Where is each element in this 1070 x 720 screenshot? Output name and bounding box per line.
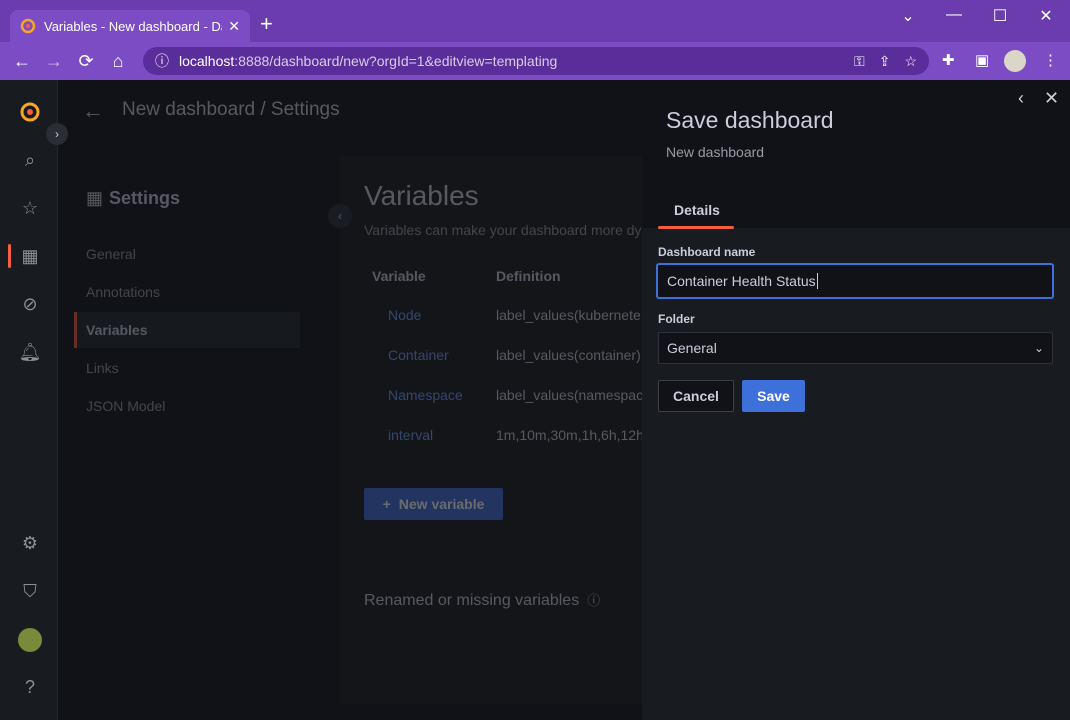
settings-nav-json-model[interactable]: JSON Model [86,398,165,414]
settings-nav-general[interactable]: General [86,246,136,262]
folder-label: Folder [658,312,695,326]
variable-definition: label_values(namespac [496,387,642,403]
variable-definition: 1m,10m,30m,1h,6h,12h [496,427,642,443]
window-close-icon[interactable]: ✕ [1023,6,1069,26]
back-arrow-icon[interactable]: ← [82,98,104,124]
active-tab-indicator [658,226,734,229]
extensions-icon[interactable]: ✚ [942,51,955,69]
settings-nav-annotations[interactable]: Annotations [86,284,160,300]
url-path: :8888/dashboard/new?orgId=1&editview=tem… [234,53,558,69]
maximize-icon[interactable]: ☐ [977,6,1023,26]
tab-close-icon[interactable]: ✕ [228,18,240,35]
variable-definition: label_values(container) [496,347,641,363]
tab-title: Variables - New dashboard - Das [44,18,223,34]
settings-nav-variables[interactable]: Variables [86,322,148,338]
settings-heading: ▦ Settings [86,188,181,208]
back-arrow-icon[interactable]: ← [6,51,38,72]
dashboards-icon[interactable]: ▦ [18,244,42,268]
key-icon[interactable]: ⚿ [854,53,865,70]
home-icon[interactable]: ⌂ [102,51,134,72]
expand-menu-icon[interactable]: › [46,123,68,145]
drawer-close-icon[interactable]: ✕ [1044,88,1059,109]
grafana-logo-icon[interactable] [18,100,42,124]
page-breadcrumb: New dashboard / Settings [122,99,340,120]
drawer-expand-icon[interactable]: ‹ [1018,88,1024,109]
column-definition: Definition [496,268,561,284]
help-icon[interactable]: ? [18,675,42,699]
folder-select[interactable]: General ⌄ [658,332,1053,364]
save-button[interactable]: Save [742,380,805,412]
folder-value: General [667,340,717,356]
plus-icon: + [382,496,391,512]
new-variable-button[interactable]: + New variable [364,488,503,520]
minimize-icon[interactable]: — [931,6,977,24]
tab-search-icon[interactable]: ⌄ [885,6,931,26]
collapse-nav-icon[interactable]: ‹ [328,204,352,228]
new-tab-icon[interactable]: + [260,13,273,35]
grafana-sidebar [0,80,58,720]
drawer-title: Save dashboard [666,107,834,133]
dashboard-name-label: Dashboard name [658,245,756,259]
renamed-variables-heading: Renamed or missing variables ⓘ [364,592,601,609]
variable-link[interactable]: Container [388,347,449,363]
forward-arrow-icon[interactable]: → [38,51,70,72]
variable-definition: label_values(kubernete [496,307,641,323]
column-variable: Variable [372,268,426,284]
starred-icon[interactable]: ☆ [18,196,42,220]
site-info-icon[interactable]: ⓘ [155,51,169,71]
text-cursor [816,273,818,289]
url-host: localhost [179,53,235,69]
search-icon[interactable]: ⌕ [18,148,42,172]
browser-tab[interactable]: Variables - New dashboard - Das ✕ [10,10,250,42]
user-avatar[interactable] [18,628,42,652]
grafana-favicon-icon [20,18,36,34]
server-admin-shield-icon[interactable]: ⛉ [18,579,42,603]
settings-grid-icon: ▦ [86,188,104,208]
profile-avatar[interactable] [1004,50,1026,72]
tab-details[interactable]: Details [674,202,720,218]
alerting-bell-icon[interactable]: 🔔︎ [18,340,42,364]
drawer-subtitle: New dashboard [666,144,765,160]
settings-nav-links[interactable]: Links [86,360,119,376]
address-bar[interactable]: ⓘ localhost:8888/dashboard/new?orgId=1&e… [143,47,929,75]
configuration-gear-icon[interactable]: ⚙ [18,531,42,555]
explore-icon[interactable]: ⊘ [18,292,42,316]
variables-title: Variables [364,180,479,211]
share-icon[interactable]: ⇪ [879,53,891,70]
browser-menu-icon[interactable]: ⋮ [1043,51,1058,69]
active-nav-indicator [8,244,11,268]
chevron-down-icon: ⌄ [1033,341,1044,355]
side-panel-icon[interactable]: ▣ [975,51,989,69]
info-icon[interactable]: ⓘ [587,593,600,608]
variable-link[interactable]: Node [388,307,421,323]
dashboard-name-value: Container Health Status [667,273,816,289]
reload-icon[interactable]: ⟳ [70,51,102,72]
dashboard-name-input[interactable]: Container Health Status [656,263,1054,299]
cancel-button[interactable]: Cancel [658,380,734,412]
variable-link[interactable]: interval [388,427,433,443]
variable-link[interactable]: Namespace [388,387,463,403]
variables-subtitle: Variables can make your dashboard more d… [364,222,642,238]
bookmark-star-icon[interactable]: ☆ [904,53,917,70]
